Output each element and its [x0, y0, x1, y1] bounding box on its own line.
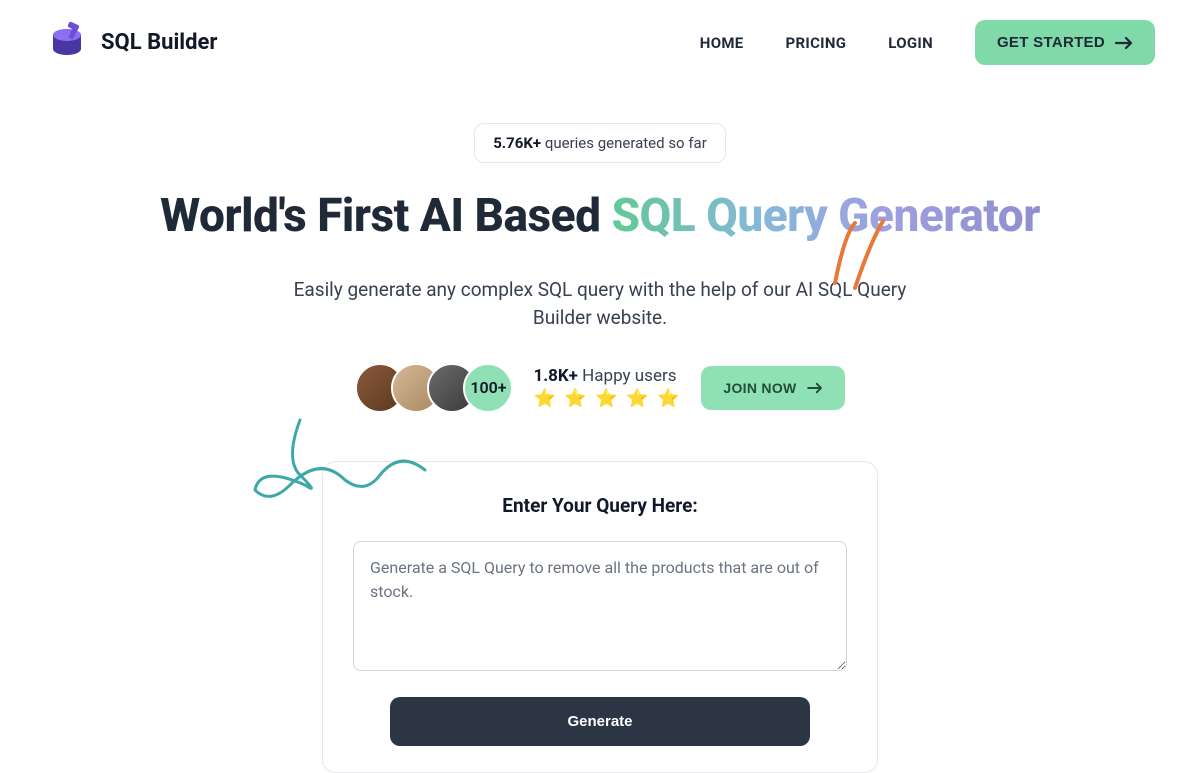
avatar-more: 100+	[463, 363, 513, 413]
join-now-button[interactable]: JOIN NOW	[701, 366, 844, 410]
query-card-title: Enter Your Query Here:	[353, 494, 847, 517]
star-rating: ⭐ ⭐ ⭐ ⭐ ⭐	[533, 388, 681, 409]
logo-icon	[45, 21, 89, 65]
logo[interactable]: SQL Builder	[45, 21, 217, 65]
headline-plain: World's First AI Based	[160, 189, 611, 243]
headline: World's First AI Based SQL Query Generat…	[0, 191, 1200, 242]
nav-pricing[interactable]: PRICING	[786, 34, 847, 52]
happy-count: 1.8K+	[533, 366, 578, 386]
get-started-button[interactable]: GET STARTED	[975, 20, 1155, 65]
arrow-right-icon	[1115, 36, 1133, 50]
stats-badge: 5.76K+ queries generated so far	[474, 123, 726, 163]
generate-button[interactable]: Generate	[390, 697, 810, 746]
nav-home[interactable]: HOME	[700, 34, 744, 52]
nav-login[interactable]: LOGIN	[888, 34, 933, 52]
happy-suffix: Happy users	[578, 366, 677, 386]
query-input[interactable]	[353, 541, 847, 671]
stats-count: 5.76K+	[493, 134, 541, 152]
happy-users: 1.8K+ Happy users ⭐ ⭐ ⭐ ⭐ ⭐	[533, 366, 681, 409]
avatar-stack: 100+	[355, 363, 513, 413]
join-now-label: JOIN NOW	[723, 380, 796, 396]
header: SQL Builder HOME PRICING LOGIN GET START…	[0, 0, 1200, 85]
get-started-label: GET STARTED	[997, 34, 1105, 51]
hero: 5.76K+ queries generated so far World's …	[0, 85, 1200, 773]
arrow-right-icon	[807, 382, 823, 394]
query-card: Enter Your Query Here: Generate	[322, 461, 878, 773]
stats-suffix: queries generated so far	[541, 134, 707, 152]
happy-users-line: 1.8K+ Happy users	[533, 366, 681, 386]
main-nav: HOME PRICING LOGIN GET STARTED	[700, 20, 1155, 65]
headline-gradient: SQL Query Generator	[611, 189, 1039, 243]
social-proof: 100+ 1.8K+ Happy users ⭐ ⭐ ⭐ ⭐ ⭐ JOIN NO…	[0, 363, 1200, 413]
brand-name: SQL Builder	[101, 30, 217, 55]
avatar-more-label: 100+	[470, 378, 506, 397]
subtitle: Easily generate any complex SQL query wi…	[290, 276, 910, 333]
